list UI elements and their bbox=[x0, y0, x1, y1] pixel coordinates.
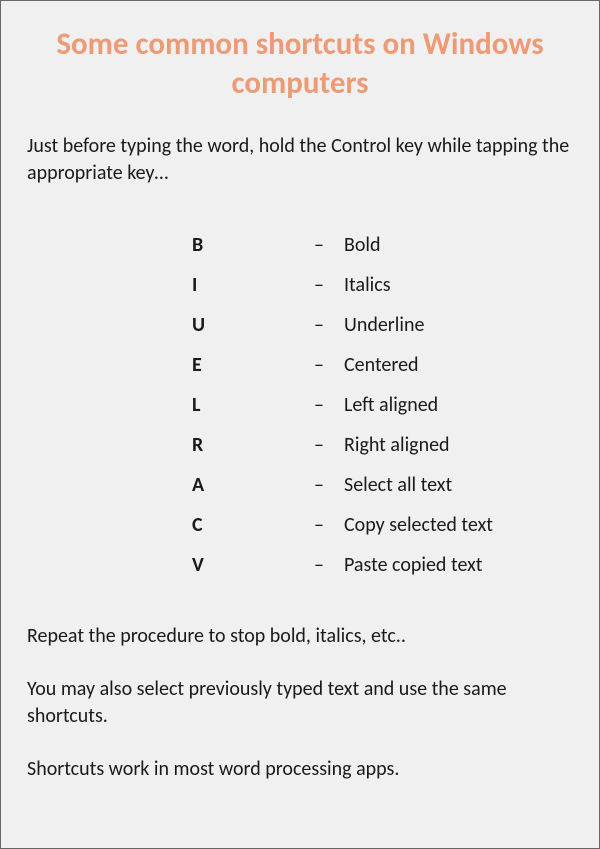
shortcut-desc: Centered bbox=[344, 345, 419, 385]
shortcut-desc: Left aligned bbox=[344, 385, 438, 425]
shortcut-desc: Paste copied text bbox=[344, 545, 483, 585]
dash: – bbox=[314, 385, 344, 425]
shortcut-row: I – Italics bbox=[192, 265, 573, 305]
intro-text: Just before typing the word, hold the Co… bbox=[27, 133, 573, 187]
shortcut-desc: Select all text bbox=[344, 465, 452, 505]
document-container: Some common shortcuts on Windows compute… bbox=[1, 1, 599, 833]
shortcut-key: V bbox=[192, 545, 314, 585]
shortcut-row: U – Underline bbox=[192, 305, 573, 345]
footer-text-3: Shortcuts work in most word processing a… bbox=[27, 756, 573, 783]
shortcut-key: I bbox=[192, 265, 314, 305]
shortcut-row: B – Bold bbox=[192, 225, 573, 265]
shortcut-key: E bbox=[192, 345, 314, 385]
shortcut-key: L bbox=[192, 385, 314, 425]
shortcut-desc: Right aligned bbox=[344, 425, 450, 465]
shortcut-list: B – Bold I – Italics U – Underline E – C… bbox=[192, 225, 573, 585]
shortcut-desc: Italics bbox=[344, 265, 391, 305]
shortcut-key: C bbox=[192, 505, 314, 545]
shortcut-desc: Bold bbox=[344, 225, 381, 265]
dash: – bbox=[314, 465, 344, 505]
shortcut-key: U bbox=[192, 305, 314, 345]
dash: – bbox=[314, 345, 344, 385]
shortcut-row: A – Select all text bbox=[192, 465, 573, 505]
shortcut-row: R – Right aligned bbox=[192, 425, 573, 465]
shortcut-row: E – Centered bbox=[192, 345, 573, 385]
footer-text-2: You may also select previously typed tex… bbox=[27, 676, 573, 730]
shortcut-desc: Underline bbox=[344, 305, 424, 345]
dash: – bbox=[314, 505, 344, 545]
dash: – bbox=[314, 425, 344, 465]
shortcut-row: L – Left aligned bbox=[192, 385, 573, 425]
shortcut-key: R bbox=[192, 425, 314, 465]
shortcut-desc: Copy selected text bbox=[344, 505, 493, 545]
dash: – bbox=[314, 265, 344, 305]
dash: – bbox=[314, 225, 344, 265]
shortcut-key: B bbox=[192, 225, 314, 265]
footer-text-1: Repeat the procedure to stop bold, itali… bbox=[27, 623, 573, 650]
shortcut-row: C – Copy selected text bbox=[192, 505, 573, 545]
dash: – bbox=[314, 305, 344, 345]
page-title: Some common shortcuts on Windows compute… bbox=[27, 25, 573, 103]
dash: – bbox=[314, 545, 344, 585]
shortcut-key: A bbox=[192, 465, 314, 505]
shortcut-row: V – Paste copied text bbox=[192, 545, 573, 585]
